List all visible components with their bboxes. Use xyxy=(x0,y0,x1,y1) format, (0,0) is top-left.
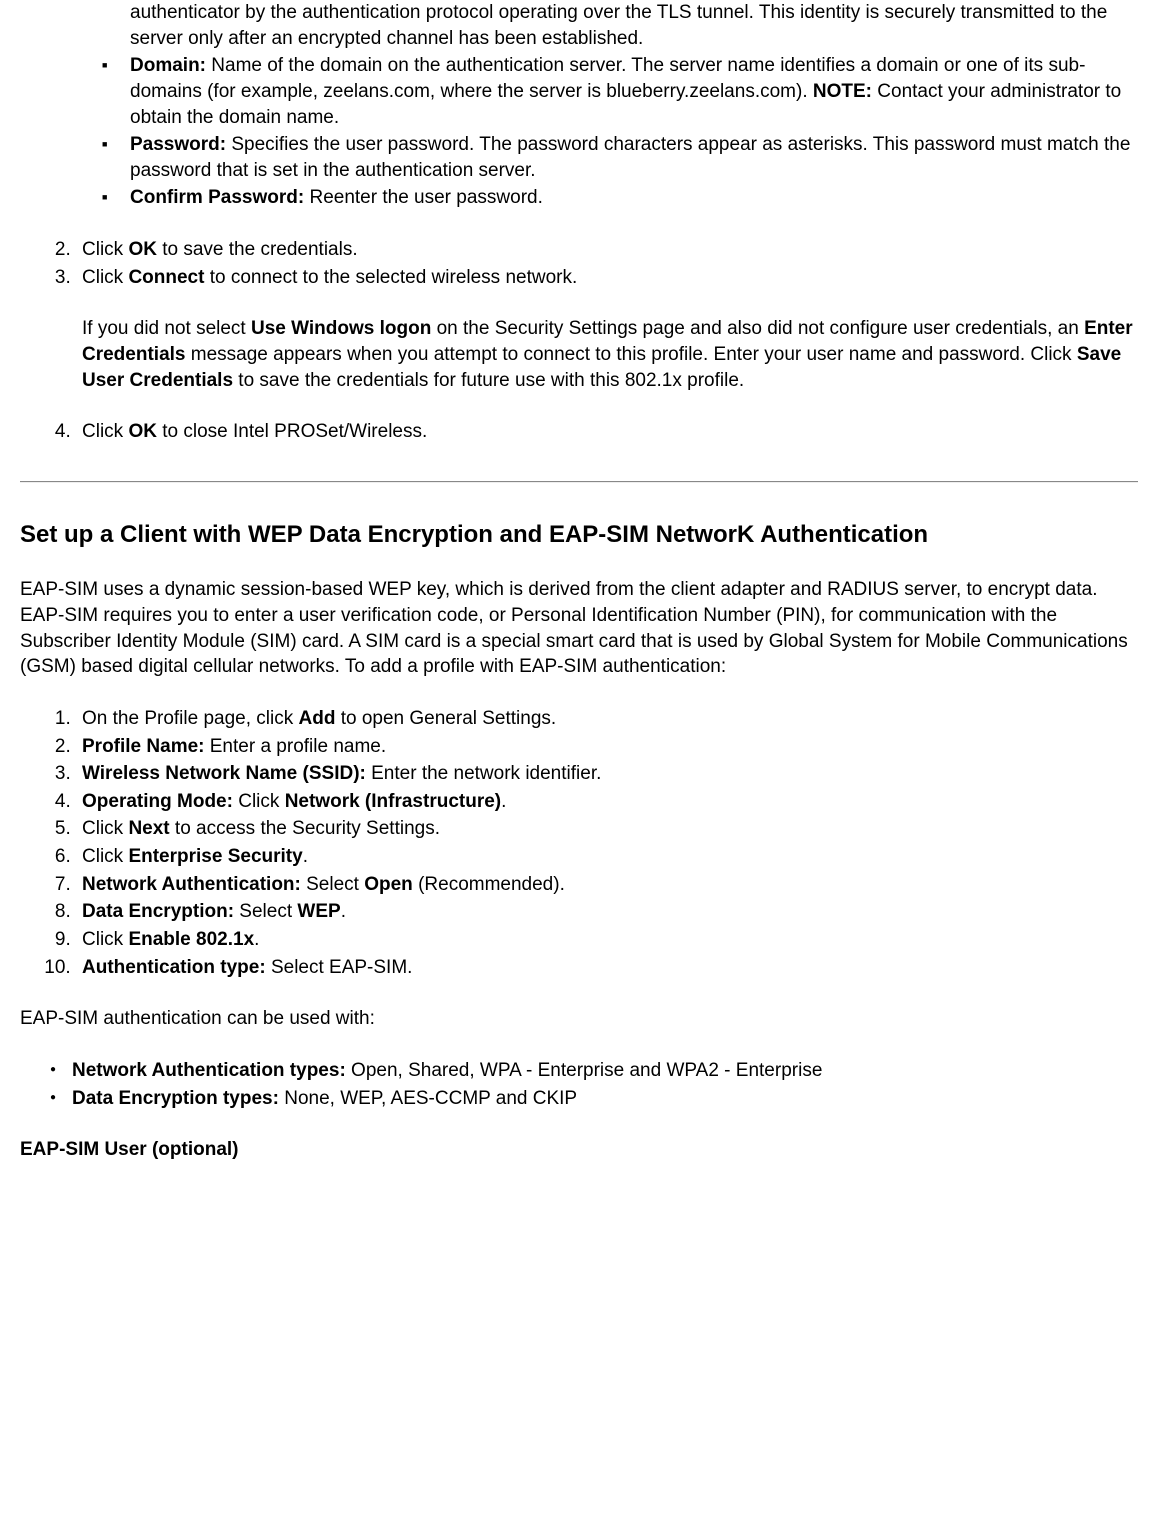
text: authenticator by the authentication prot… xyxy=(130,2,1107,49)
bold-text: Use Windows logon xyxy=(251,318,431,339)
text: to connect to the selected wireless netw… xyxy=(204,267,577,288)
text: on the Security Settings page and also d… xyxy=(431,318,1084,339)
text: Select EAP-SIM. xyxy=(266,957,413,978)
step: Profile Name: Enter a profile name. xyxy=(76,734,1138,760)
sub-heading: EAP-SIM User (optional) xyxy=(20,1137,1138,1163)
text: to open General Settings. xyxy=(335,708,556,729)
list-item: Confirm Password: Reenter the user passw… xyxy=(102,185,1138,211)
text: to access the Security Settings. xyxy=(170,818,440,839)
text: Click xyxy=(82,239,128,260)
text: message appears when you attempt to conn… xyxy=(185,344,1076,365)
text: Select xyxy=(234,901,297,922)
bold-text: Profile Name: xyxy=(82,736,204,757)
text: . xyxy=(303,846,308,867)
step: Data Encryption: Select WEP. xyxy=(76,899,1138,925)
bold-text: Enable 802.1x xyxy=(128,929,254,950)
continuation-text: authenticator by the authentication prot… xyxy=(102,0,1138,51)
step: Authentication type: Select EAP-SIM. xyxy=(76,955,1138,981)
eap-sim-steps: On the Profile page, click Add to open G… xyxy=(20,706,1138,980)
field-text: Reenter the user password. xyxy=(304,187,543,208)
text: Click xyxy=(82,818,128,839)
step: Click Enterprise Security. xyxy=(76,844,1138,870)
step-3-note: If you did not select Use Windows logon … xyxy=(82,316,1138,393)
field-label: Domain: xyxy=(130,55,206,76)
text: If you did not select xyxy=(82,318,251,339)
text: Click xyxy=(82,929,128,950)
text: On the Profile page, click xyxy=(82,708,299,729)
bold-text: Enterprise Security xyxy=(128,846,302,867)
credential-sub-bullets: authenticator by the authentication prot… xyxy=(20,0,1138,211)
bold-text: Network Authentication: xyxy=(82,874,301,895)
step-4: Click OK to close Intel PROSet/Wireless. xyxy=(76,419,1138,445)
text: Select xyxy=(301,874,364,895)
bold-text: Network (Infrastructure) xyxy=(285,791,501,812)
text: . xyxy=(341,901,346,922)
step: Click Next to access the Security Settin… xyxy=(76,816,1138,842)
text: None, WEP, AES-CCMP and CKIP xyxy=(279,1088,577,1109)
field-label: Password: xyxy=(130,134,226,155)
text: Open, Shared, WPA - Enterprise and WPA2 … xyxy=(346,1060,823,1081)
bold-text: Data Encryption: xyxy=(82,901,234,922)
text: Enter a profile name. xyxy=(204,736,386,757)
bold-text: Authentication type: xyxy=(82,957,266,978)
field-text: Specifies the user password. The passwor… xyxy=(130,134,1130,181)
step-2: Click OK to save the credentials. xyxy=(76,237,1138,263)
bold-text: OK xyxy=(128,239,157,260)
auth-lead-in: EAP-SIM authentication can be used with: xyxy=(20,1006,1138,1032)
text: to close Intel PROSet/Wireless. xyxy=(157,421,427,442)
text: (Recommended). xyxy=(413,874,565,895)
field-label: Confirm Password: xyxy=(130,187,304,208)
bold-text: Open xyxy=(364,874,413,895)
step-3: Click Connect to connect to the selected… xyxy=(76,265,1138,394)
text: to save the credentials. xyxy=(157,239,358,260)
text: Enter the network identifier. xyxy=(366,763,602,784)
section-divider xyxy=(20,481,1138,483)
list-item: Network Authentication types: Open, Shar… xyxy=(50,1058,1138,1084)
list-item: Data Encryption types: None, WEP, AES-CC… xyxy=(50,1086,1138,1112)
bold-text: Wireless Network Name (SSID): xyxy=(82,763,366,784)
auth-compat-list: Network Authentication types: Open, Shar… xyxy=(20,1058,1138,1111)
bold-text: Data Encryption types: xyxy=(72,1088,279,1109)
bold-text: Connect xyxy=(128,267,204,288)
step: Wireless Network Name (SSID): Enter the … xyxy=(76,761,1138,787)
text: . xyxy=(254,929,259,950)
text: Click xyxy=(82,267,128,288)
document-page: authenticator by the authentication prot… xyxy=(20,0,1138,1163)
text: Click xyxy=(82,846,128,867)
section-intro: EAP-SIM uses a dynamic session-based WEP… xyxy=(20,577,1138,680)
bold-text: Network Authentication types: xyxy=(72,1060,346,1081)
list-item: Password: Specifies the user password. T… xyxy=(102,132,1138,183)
text: to save the credentials for future use w… xyxy=(233,370,744,391)
bold-text: Operating Mode: xyxy=(82,791,233,812)
step: On the Profile page, click Add to open G… xyxy=(76,706,1138,732)
text: Click xyxy=(233,791,285,812)
list-item: Domain: Name of the domain on the authen… xyxy=(102,53,1138,130)
step: Operating Mode: Click Network (Infrastru… xyxy=(76,789,1138,815)
text: Click xyxy=(82,421,128,442)
section-heading: Set up a Client with WEP Data Encryption… xyxy=(20,519,1138,551)
bold-text: Next xyxy=(128,818,169,839)
main-steps-list: Click OK to save the credentials. Click … xyxy=(20,237,1138,445)
bold-text: OK xyxy=(128,421,157,442)
note-label: NOTE: xyxy=(813,81,872,102)
bold-text: Add xyxy=(299,708,336,729)
step: Network Authentication: Select Open (Rec… xyxy=(76,872,1138,898)
text: . xyxy=(501,791,506,812)
bold-text: WEP xyxy=(297,901,340,922)
step: Click Enable 802.1x. xyxy=(76,927,1138,953)
